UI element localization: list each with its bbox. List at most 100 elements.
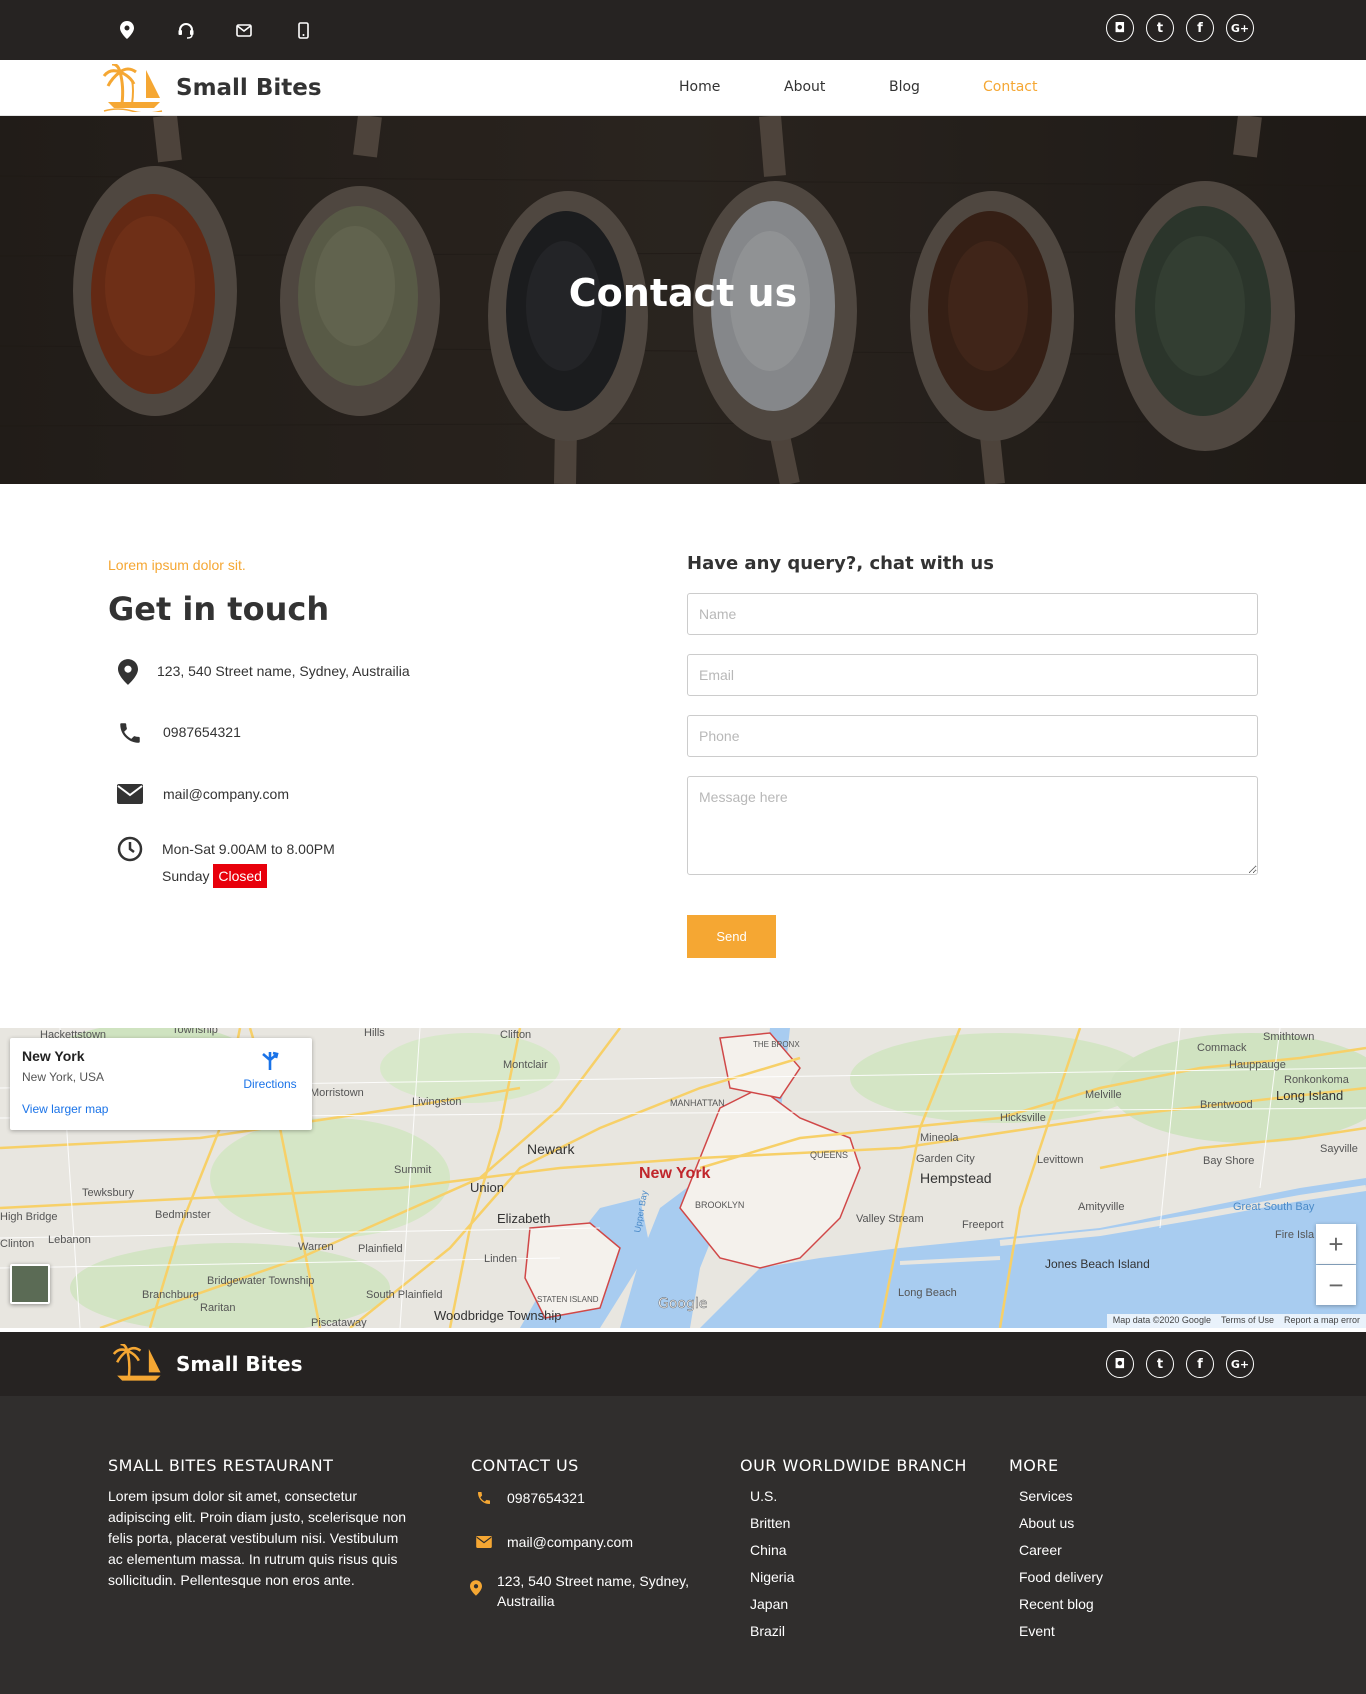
footer-link-services[interactable]: Services	[1019, 1488, 1103, 1515]
nav-contact[interactable]: Contact	[983, 79, 1037, 95]
map-label-amityville: Amityville	[1078, 1201, 1124, 1213]
nav-home[interactable]: Home	[679, 79, 720, 95]
map-label-piscataway: Piscataway	[311, 1317, 367, 1328]
map-label-manhattan: MANHATTAN	[670, 1098, 725, 1108]
footer-about-text: Lorem ipsum dolor sit amet, consectetur …	[108, 1488, 407, 1588]
map-label-warren: Warren	[298, 1241, 334, 1253]
map-label-ronkonkoma: Ronkonkoma	[1284, 1074, 1350, 1086]
branch-item[interactable]: Britten	[750, 1515, 794, 1542]
view-larger-map-link[interactable]: View larger map	[22, 1102, 108, 1116]
map-report-error-link[interactable]: Report a map error	[1284, 1315, 1360, 1327]
name-input[interactable]	[687, 593, 1258, 635]
footer-brand-name: Small Bites	[176, 1352, 303, 1376]
phone-input[interactable]	[687, 715, 1258, 757]
directions-button[interactable]: Directions	[236, 1050, 304, 1091]
branch-item[interactable]: Japan	[750, 1596, 794, 1623]
nav-about[interactable]: About	[784, 79, 825, 95]
map-label-garden-city: Garden City	[916, 1153, 975, 1165]
google-plus-glyph: G+	[1230, 21, 1250, 35]
map-label-plainfield: Plainfield	[358, 1243, 403, 1255]
map-label-lebanon: Lebanon	[48, 1234, 91, 1246]
map-label-union: Union	[470, 1180, 504, 1195]
facebook-icon[interactable]: f	[1186, 1350, 1214, 1378]
footer-branch-heading: OUR WORLDWIDE BRANCH	[740, 1456, 967, 1475]
satellite-toggle[interactable]	[10, 1264, 50, 1304]
envelope-icon	[115, 779, 145, 809]
branch-item[interactable]: China	[750, 1542, 794, 1569]
map-label-smithtown: Smithtown	[1263, 1031, 1314, 1043]
map-label-hicksville: Hicksville	[1000, 1112, 1046, 1124]
map-data-credit: Map data ©2020 Google	[1112, 1315, 1211, 1325]
footer-link-food-delivery[interactable]: Food delivery	[1019, 1569, 1103, 1596]
directions-label: Directions	[243, 1077, 297, 1091]
map-label-melville: Melville	[1085, 1089, 1122, 1101]
map-terms-link[interactable]: Terms of Use	[1221, 1315, 1274, 1327]
sunday-hours: Sunday Closed	[162, 864, 267, 888]
message-textarea[interactable]	[687, 776, 1258, 875]
map-label-south-plainfield: South Plainfield	[366, 1289, 442, 1301]
map-label-elizabeth: Elizabeth	[497, 1211, 550, 1226]
palm-island-logo-icon	[112, 1344, 161, 1381]
phone-icon	[474, 1488, 494, 1508]
footer: SMALL BITES RESTAURANT Lorem ipsum dolor…	[0, 1396, 1366, 1694]
map-label-township: Township	[172, 1028, 218, 1036]
facebook-icon[interactable]: f	[1186, 14, 1214, 42]
map-place-title: New York	[22, 1048, 85, 1064]
zoom-in-button[interactable]: +	[1316, 1224, 1356, 1264]
send-button[interactable]: Send	[687, 915, 776, 958]
location-pin-icon	[466, 1578, 486, 1598]
mobile-phone-icon[interactable]	[291, 18, 315, 42]
map-label-mineola: Mineola	[920, 1132, 959, 1144]
instagram-glyph: ◘	[1114, 1356, 1126, 1372]
map-label-tewksbury: Tewksbury	[82, 1187, 134, 1199]
contact-kicker: Lorem ipsum dolor sit.	[108, 557, 246, 573]
map-label-valley-stream: Valley Stream	[856, 1213, 924, 1225]
google-map[interactable]: Clifton Montclair Newark Union Elizabeth…	[0, 1028, 1366, 1328]
footer-link-about-us[interactable]: About us	[1019, 1515, 1103, 1542]
map-label-long-island: Long Island	[1276, 1088, 1343, 1103]
twitter-icon[interactable]: t	[1146, 1350, 1174, 1378]
brand-logo-link[interactable]: Small Bites	[102, 64, 322, 112]
map-label-morristown: Morristown	[310, 1087, 364, 1099]
google-plus-icon[interactable]: G+	[1226, 14, 1254, 42]
more-links-list: Services About us Career Food delivery R…	[1019, 1488, 1103, 1650]
contact-email: mail@company.com	[163, 786, 289, 802]
google-plus-glyph: G+	[1230, 1357, 1250, 1371]
envelope-icon[interactable]	[232, 18, 256, 42]
map-label-great-south-bay: Great South Bay	[1233, 1201, 1315, 1213]
directions-arrow-icon	[262, 1051, 279, 1070]
footer-brand-link[interactable]: Small Bites	[112, 1344, 303, 1384]
map-label-hauppauge: Hauppauge	[1229, 1059, 1286, 1071]
facebook-glyph: f	[1197, 1356, 1203, 1372]
instagram-icon[interactable]: ◘	[1106, 1350, 1134, 1378]
map-attribution: Map data ©2020 Google Terms of Use Repor…	[1106, 1314, 1366, 1328]
map-place-card: New York New York, USA View larger map D…	[10, 1038, 312, 1130]
facebook-glyph: f	[1197, 20, 1203, 36]
contact-phone: 0987654321	[163, 724, 241, 740]
map-place-subtitle: New York, USA	[22, 1070, 105, 1084]
map-label-queens: QUEENS	[810, 1150, 848, 1160]
footer-link-recent-blog[interactable]: Recent blog	[1019, 1596, 1103, 1623]
map-label-raritan: Raritan	[200, 1302, 235, 1314]
footer-link-career[interactable]: Career	[1019, 1542, 1103, 1569]
google-plus-icon[interactable]: G+	[1226, 1350, 1254, 1378]
branch-item[interactable]: Brazil	[750, 1623, 794, 1650]
location-pin-icon[interactable]	[115, 18, 139, 42]
instagram-glyph: ◘	[1114, 20, 1126, 36]
main-navbar: Small Bites Home About Blog Contact	[0, 60, 1366, 116]
branch-item[interactable]: Nigeria	[750, 1569, 794, 1596]
map-label-branchburg: Branchburg	[142, 1289, 199, 1301]
twitter-icon[interactable]: t	[1146, 14, 1174, 42]
nav-blog[interactable]: Blog	[889, 79, 920, 95]
footer-link-event[interactable]: Event	[1019, 1623, 1103, 1650]
contact-address: 123, 540 Street name, Sydney, Austrailia	[157, 663, 410, 679]
branch-item[interactable]: U.S.	[750, 1488, 794, 1515]
opening-hours: Mon-Sat 9.00AM to 8.00PM	[162, 841, 335, 857]
phone-icon	[115, 718, 145, 748]
email-input[interactable]	[687, 654, 1258, 696]
headset-icon[interactable]	[174, 18, 198, 42]
map-label-the-bronx: THE BRONX	[753, 1040, 800, 1049]
instagram-icon[interactable]: ◘	[1106, 14, 1134, 42]
zoom-out-button[interactable]: −	[1316, 1265, 1356, 1305]
sunday-label: Sunday	[162, 868, 210, 884]
